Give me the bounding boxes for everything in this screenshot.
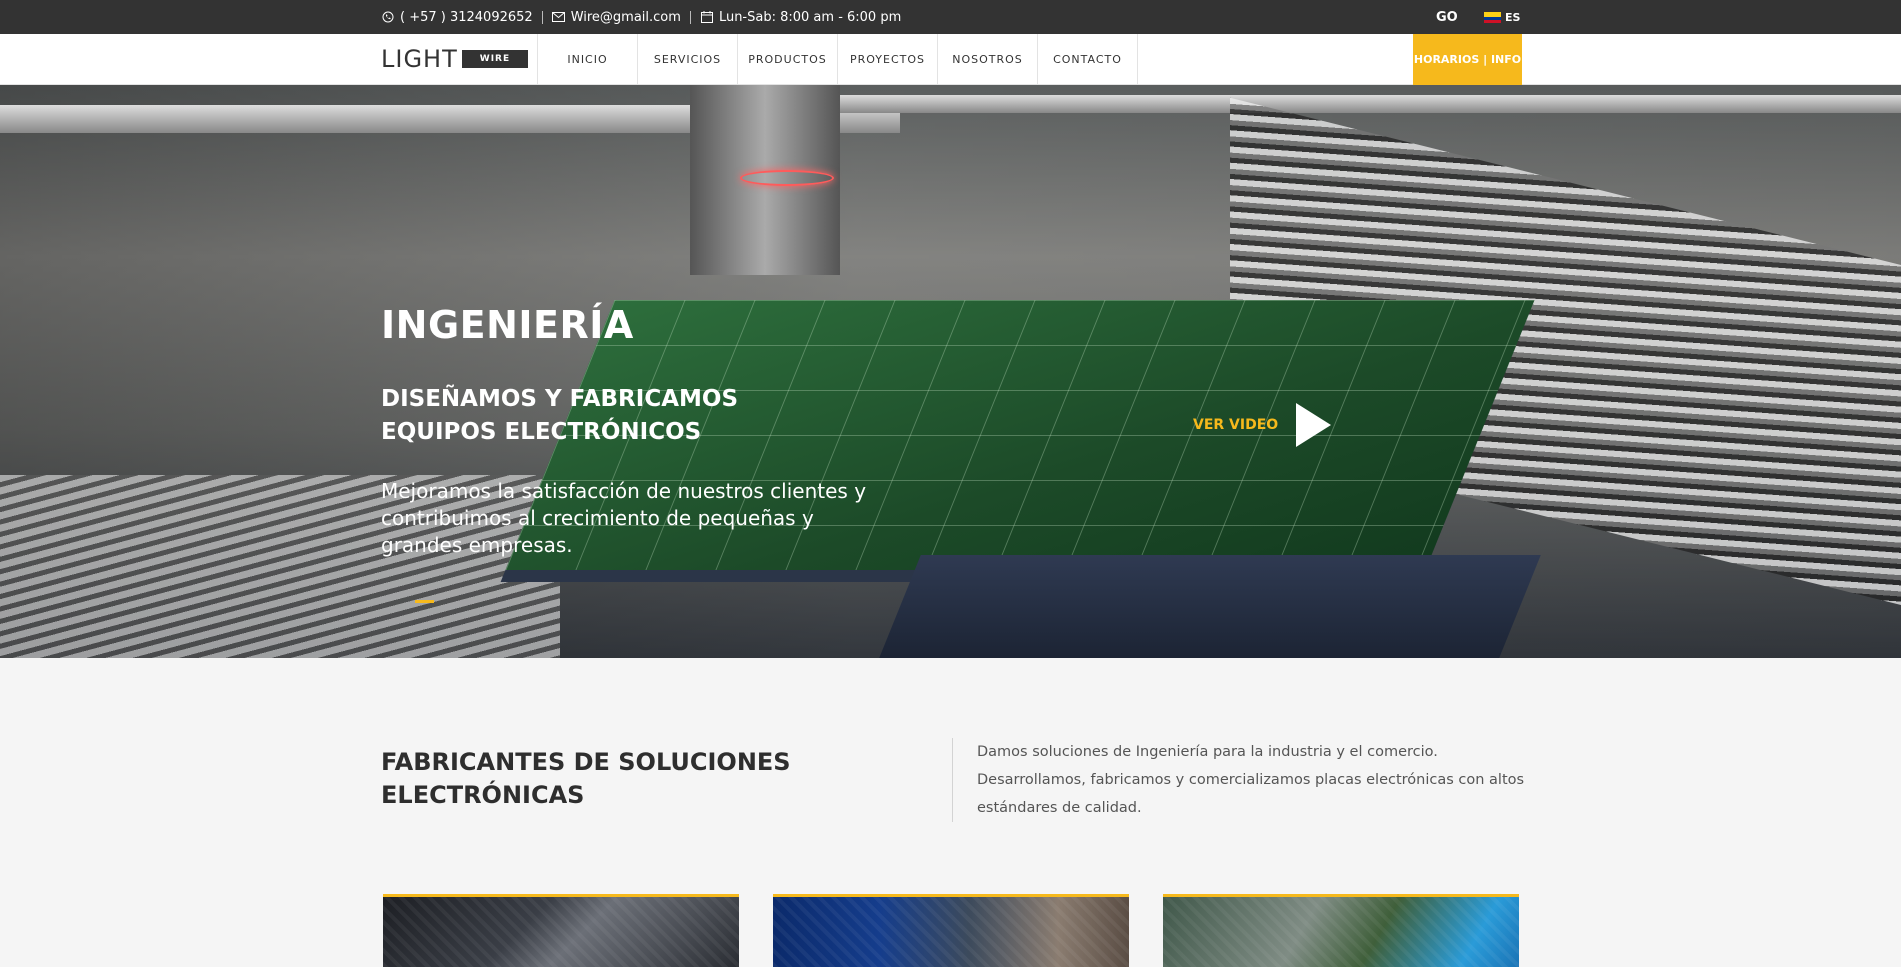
nav-inicio[interactable]: INICIO	[537, 34, 637, 85]
envelope-icon	[552, 10, 566, 24]
service-card-image[interactable]	[773, 894, 1129, 967]
phone-icon	[381, 10, 395, 24]
phone-number: ( +57 ) 3124092652	[400, 9, 533, 25]
language-selector[interactable]: ES	[1484, 0, 1520, 34]
business-hours: Lun-Sab: 8:00 am - 6:00 pm	[718, 9, 902, 25]
calendar-icon	[700, 10, 714, 24]
hero-subtitle: DISEÑAMOS Y FABRICAMOS EQUIPOS ELECTRÓNI…	[381, 386, 739, 445]
nav-nosotros[interactable]: NOSOTROS	[937, 34, 1037, 85]
slider-indicator[interactable]	[415, 600, 434, 603]
intro-text: Damos soluciones de Ingeniería para la i…	[977, 744, 1525, 816]
logo-text: LIGHT	[381, 45, 458, 73]
service-card-image[interactable]	[1163, 894, 1519, 967]
play-icon[interactable]	[1296, 403, 1332, 447]
hero-title: INGENIERÍA	[381, 303, 634, 347]
phone-contact[interactable]: ( +57 ) 3124092652	[381, 10, 533, 25]
nav-servicios[interactable]: SERVICIOS	[637, 34, 737, 85]
hero-machine-rail	[770, 95, 1901, 113]
language-go[interactable]: GO	[1436, 0, 1458, 34]
nav-proyectos[interactable]: PROYECTOS	[837, 34, 937, 85]
main-header: LIGHT WIRE INICIO SERVICIOS PRODUCTOS PR…	[0, 34, 1901, 85]
service-card-image[interactable]	[383, 894, 739, 967]
contact-info: ( +57 ) 3124092652 Wire@gmail.com Lun-Sa…	[381, 0, 901, 34]
email-contact[interactable]: Wire@gmail.com	[552, 10, 681, 25]
intro-divider	[952, 738, 953, 822]
email-address: Wire@gmail.com	[570, 9, 681, 25]
colombia-flag-icon	[1484, 11, 1501, 23]
topbar-divider	[541, 10, 543, 24]
hours-contact: Lun-Sab: 8:00 am - 6:00 pm	[700, 10, 901, 25]
video-button[interactable]: VER VIDEO	[1193, 403, 1332, 447]
video-label: VER VIDEO	[1193, 417, 1279, 433]
language-label: ES	[1505, 10, 1521, 24]
hero-description: Mejoramos la satisfacción de nuestros cl…	[381, 479, 867, 557]
hero-banner: INGENIERÍA DISEÑAMOS Y FABRICAMOS EQUIPO…	[0, 85, 1901, 658]
hero-machine-base	[879, 555, 1541, 658]
top-bar: ( +57 ) 3124092652 Wire@gmail.com Lun-Sa…	[0, 0, 1901, 34]
main-nav: INICIO SERVICIOS PRODUCTOS PROYECTOS NOS…	[537, 34, 1138, 85]
nav-productos[interactable]: PRODUCTOS	[737, 34, 837, 85]
nav-contacto[interactable]: CONTACTO	[1037, 34, 1138, 85]
topbar-divider	[689, 10, 691, 24]
logo-badge: WIRE	[461, 50, 529, 68]
hero-laser-ring	[740, 170, 834, 186]
intro-title: FABRICANTES DE SOLUCIONES ELECTRÓNICAS	[381, 748, 791, 809]
logo[interactable]: LIGHT WIRE	[381, 45, 529, 73]
hours-info-button[interactable]: HORARIOS | INFO	[1413, 34, 1522, 85]
